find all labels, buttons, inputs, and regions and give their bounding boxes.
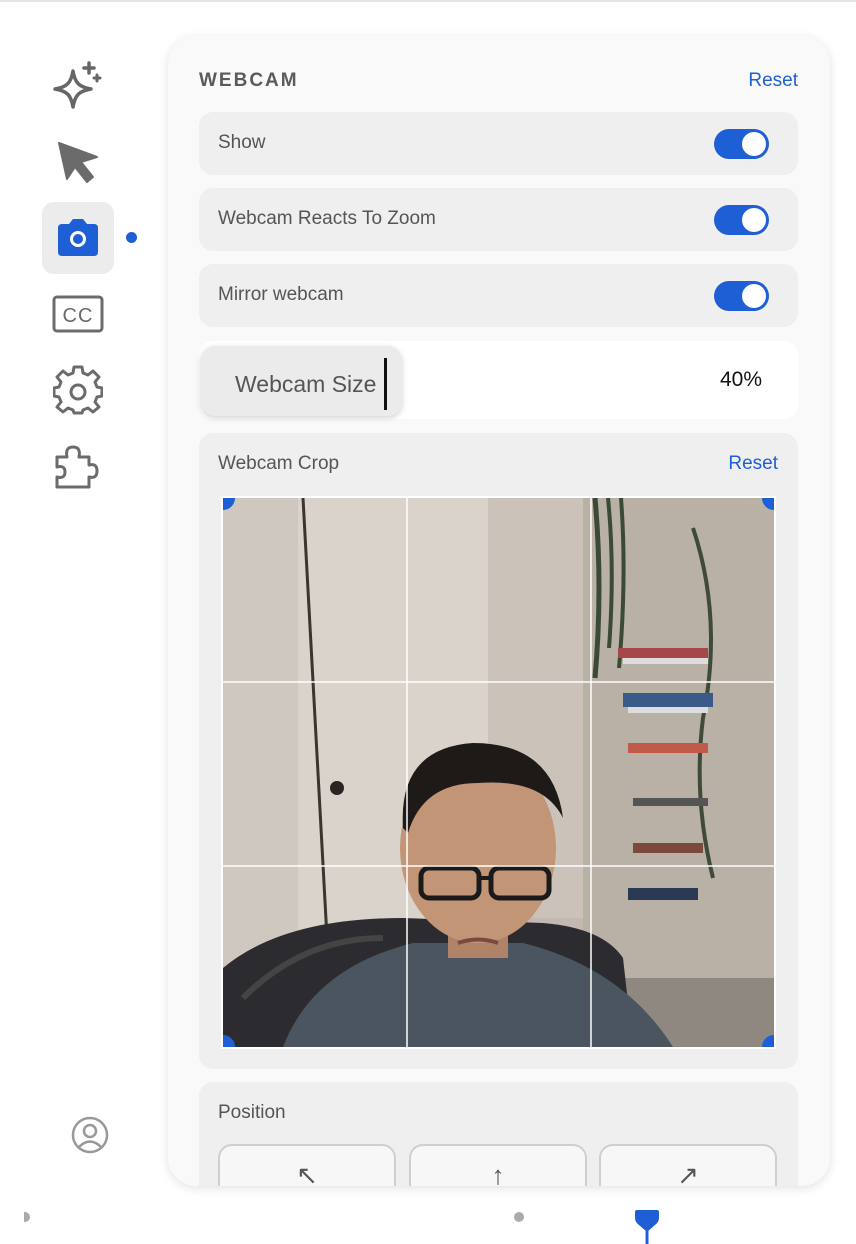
mirror-webcam-toggle[interactable] xyxy=(714,281,769,311)
position-label: Position xyxy=(218,1102,286,1123)
webcam-crop-label: Webcam Crop xyxy=(218,453,340,474)
timeline-marker xyxy=(514,1212,524,1222)
position-card: Position ↖ ↑ ↗ xyxy=(199,1082,798,1186)
panel-title: WEBCAM xyxy=(199,70,299,91)
crop-grid-line xyxy=(406,498,408,1047)
webcam-crop-preview[interactable] xyxy=(221,496,776,1049)
sidebar-item-settings[interactable] xyxy=(42,354,114,426)
position-top-center-button[interactable]: ↑ xyxy=(409,1144,587,1186)
profile-button[interactable] xyxy=(70,1115,110,1155)
timeline-playhead[interactable] xyxy=(633,1208,661,1244)
show-row: Show xyxy=(199,112,798,175)
crop-grid-line xyxy=(223,865,774,867)
sidebar-item-extensions[interactable] xyxy=(42,430,114,502)
crop-grid-line xyxy=(590,498,592,1047)
crop-grid-line xyxy=(223,681,774,683)
crop-reset-button[interactable]: Reset xyxy=(728,453,778,475)
position-top-left-button[interactable]: ↖ xyxy=(218,1144,396,1186)
cursor-arrow-icon xyxy=(58,142,98,183)
closed-captions-icon: CC xyxy=(52,295,104,333)
sidebar-item-cursor[interactable] xyxy=(42,126,114,198)
webcam-crop-card: Webcam Crop Reset xyxy=(199,433,798,1069)
camera-icon xyxy=(58,219,98,256)
webcam-panel: WEBCAM Reset Show Webcam Reacts To Zoom … xyxy=(168,36,830,1186)
toggle-knob xyxy=(742,208,766,232)
webcam-size-slider[interactable]: Webcam Size 40% xyxy=(199,341,798,419)
active-indicator-dot xyxy=(126,232,137,243)
show-label: Show xyxy=(218,132,266,153)
toggle-knob xyxy=(742,132,766,156)
timeline-marker xyxy=(24,1212,30,1222)
reacts-to-zoom-row: Webcam Reacts To Zoom xyxy=(199,188,798,251)
position-top-right-button[interactable]: ↗ xyxy=(599,1144,777,1186)
sidebar: CC xyxy=(0,40,160,1190)
sidebar-item-webcam[interactable] xyxy=(42,202,114,274)
sidebar-item-effects[interactable] xyxy=(42,50,114,122)
user-circle-icon xyxy=(71,1116,109,1154)
sparkles-icon xyxy=(53,61,102,109)
webcam-size-label: Webcam Size xyxy=(235,371,377,397)
mirror-webcam-label: Mirror webcam xyxy=(218,284,344,305)
webcam-reset-button[interactable]: Reset xyxy=(748,70,798,92)
reacts-to-zoom-toggle[interactable] xyxy=(714,205,769,235)
webcam-size-slider-fill[interactable]: Webcam Size xyxy=(201,346,402,416)
webcam-feed-image xyxy=(223,498,774,1047)
puzzle-icon xyxy=(55,445,99,489)
toggle-knob xyxy=(742,284,766,308)
webcam-size-value: 40% xyxy=(719,368,762,391)
mirror-webcam-row: Mirror webcam xyxy=(199,264,798,327)
reacts-to-zoom-label: Webcam Reacts To Zoom xyxy=(218,208,436,229)
sidebar-item-captions[interactable]: CC xyxy=(42,278,114,350)
top-divider xyxy=(0,0,856,2)
gear-icon xyxy=(53,365,103,415)
slider-handle[interactable] xyxy=(384,358,387,410)
cc-text: CC xyxy=(63,305,94,327)
show-toggle[interactable] xyxy=(714,129,769,159)
